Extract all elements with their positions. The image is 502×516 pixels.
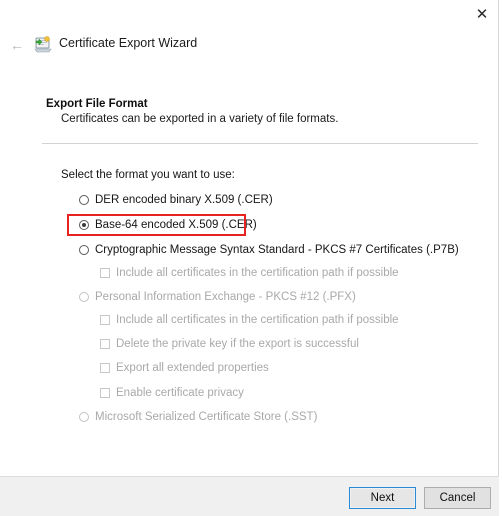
option-label: Delete the private key if the export is … bbox=[116, 338, 359, 350]
checkbox-icon bbox=[100, 268, 110, 278]
format-radio-option[interactable]: Base-64 encoded X.509 (.CER) bbox=[79, 219, 257, 231]
option-label: Cryptographic Message Syntax Standard - … bbox=[95, 244, 459, 256]
page-subtitle: Certificates can be exported in a variet… bbox=[61, 113, 339, 125]
wizard-title: Certificate Export Wizard bbox=[59, 36, 198, 50]
option-label: Include all certificates in the certific… bbox=[116, 314, 399, 326]
radio-icon[interactable] bbox=[79, 245, 89, 255]
option-label: Base-64 encoded X.509 (.CER) bbox=[95, 219, 257, 231]
title-bar: ✕ bbox=[0, 0, 499, 28]
page-title: Export File Format bbox=[46, 98, 148, 110]
format-radio-option: Microsoft Serialized Certificate Store (… bbox=[79, 411, 317, 423]
wizard-header: ← Certificate Export Wizard bbox=[0, 30, 499, 62]
format-radio-option[interactable]: DER encoded binary X.509 (.CER) bbox=[79, 194, 273, 206]
format-checkbox-option: Include all certificates in the certific… bbox=[100, 314, 399, 326]
option-label: Enable certificate privacy bbox=[116, 387, 244, 399]
checkbox-icon bbox=[100, 363, 110, 373]
checkbox-icon bbox=[100, 339, 110, 349]
option-label: Include all certificates in the certific… bbox=[116, 267, 399, 279]
format-checkbox-option: Delete the private key if the export is … bbox=[100, 338, 359, 350]
wizard-window: ✕ ← Certificate Export Wizard Export Fil… bbox=[0, 0, 499, 516]
radio-icon bbox=[79, 412, 89, 422]
next-button[interactable]: Next bbox=[349, 487, 416, 509]
certificate-export-icon bbox=[33, 34, 53, 54]
checkbox-icon bbox=[100, 388, 110, 398]
format-radio-option: Personal Information Exchange - PKCS #12… bbox=[79, 291, 356, 303]
checkbox-icon bbox=[100, 315, 110, 325]
format-checkbox-option: Enable certificate privacy bbox=[100, 387, 244, 399]
option-label: Microsoft Serialized Certificate Store (… bbox=[95, 411, 318, 423]
option-label: Export all extended properties bbox=[116, 362, 269, 374]
format-checkbox-option: Export all extended properties bbox=[100, 362, 269, 374]
radio-icon[interactable] bbox=[79, 195, 89, 205]
format-checkbox-option: Include all certificates in the certific… bbox=[100, 267, 399, 279]
cancel-button[interactable]: Cancel bbox=[424, 487, 491, 509]
format-prompt: Select the format you want to use: bbox=[61, 169, 235, 181]
radio-icon[interactable] bbox=[79, 220, 89, 230]
close-icon[interactable]: ✕ bbox=[469, 2, 495, 26]
format-radio-option[interactable]: Cryptographic Message Syntax Standard - … bbox=[79, 244, 459, 256]
option-label: DER encoded binary X.509 (.CER) bbox=[95, 194, 273, 206]
radio-icon bbox=[79, 292, 89, 302]
header-divider bbox=[42, 143, 478, 144]
option-label: Personal Information Exchange - PKCS #12… bbox=[95, 291, 356, 303]
footer-bar: Next Cancel bbox=[0, 476, 499, 516]
back-arrow-icon[interactable]: ← bbox=[6, 34, 28, 56]
